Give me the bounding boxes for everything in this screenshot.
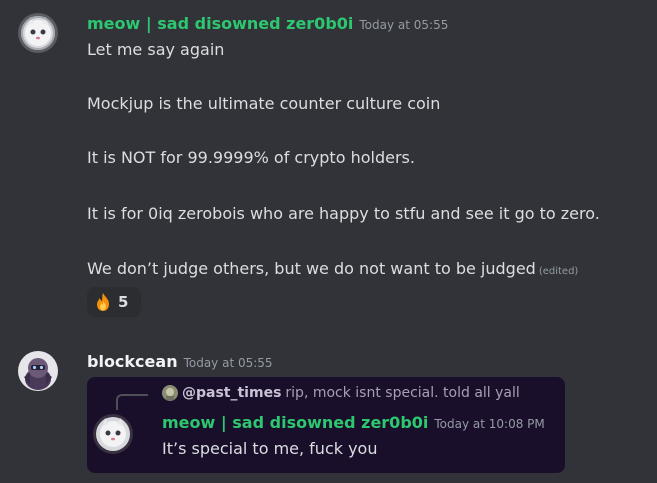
author-name[interactable]: meow | sad disowned zer0b0i [87,14,353,33]
quoted-message-embed[interactable]: @past_times rip, mock isnt special. told… [87,377,565,473]
author-name[interactable]: blockcean [87,352,178,371]
reply-spine [116,394,148,410]
reply-text: rip, mock isnt special. told all yall [285,385,520,401]
timestamp: Today at 05:55 [359,18,449,32]
avatar-meow[interactable] [18,13,58,53]
message-line: It is NOT for 99.9999% of crypto holders… [87,148,415,167]
reply-username[interactable]: @past_times [182,385,281,401]
embed-header: meow | sad disowned zer0b0i Today at 10:0… [162,413,545,432]
message-line: Let me say again [87,40,225,59]
timestamp: Today at 05:55 [183,356,273,370]
edited-label: (edited) [538,266,579,277]
fire-icon [97,293,109,311]
reply-avatar [162,385,178,401]
message-line: Mockjup is the ultimate counter culture … [87,94,441,113]
embed-message-text: It’s special to me, fuck you [162,439,378,458]
message-header: blockcean Today at 05:55 [87,352,273,371]
message-line-last: We don’t judge others, but we do not wan… [87,258,578,283]
embed-author-name[interactable]: meow | sad disowned zer0b0i [162,413,428,432]
message-header: meow | sad disowned zer0b0i Today at 05:5… [87,14,448,33]
message-line-text: We don’t judge others, but we do not wan… [87,259,536,278]
embed-timestamp: Today at 10:08 PM [434,417,545,431]
chat-area: meow | sad disowned zer0b0i Today at 05:5… [0,0,657,483]
avatar-blockcean[interactable] [18,351,58,391]
message-line: It is for 0iq zerobois who are happy to … [87,204,600,223]
reaction-count: 5 [118,293,129,311]
reaction-button[interactable]: 5 [87,287,141,317]
reply-reference[interactable]: @past_times rip, mock isnt special. told… [162,385,520,401]
embed-avatar-meow[interactable] [93,414,133,454]
